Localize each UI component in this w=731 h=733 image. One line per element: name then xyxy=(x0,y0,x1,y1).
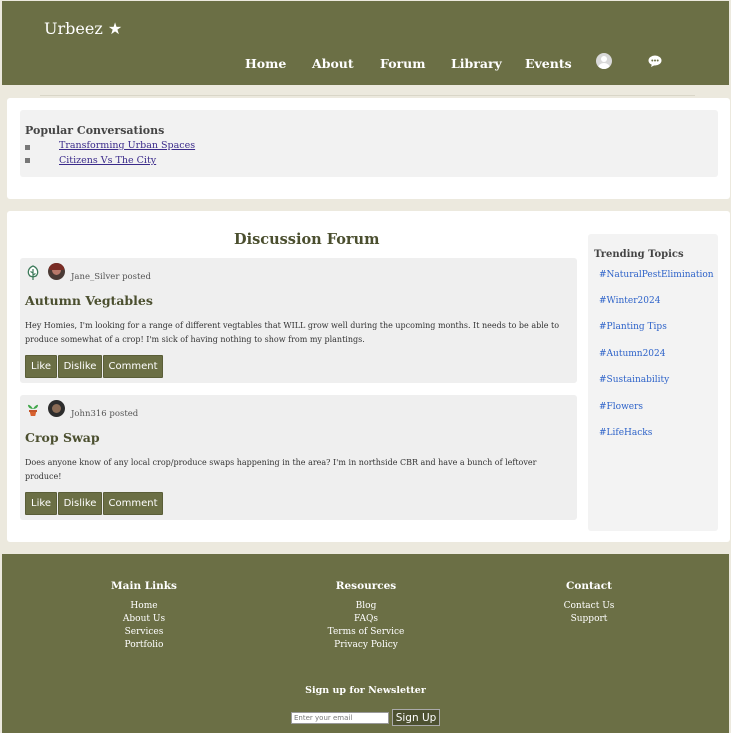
forum-post: John316 posted Crop Swap Does anyone kno… xyxy=(20,395,577,520)
comment-button[interactable]: Comment xyxy=(103,492,163,515)
list-bullet-icon xyxy=(25,145,30,150)
popular-title: Popular Conversations xyxy=(25,124,165,137)
footer-heading-contact: Contact xyxy=(566,580,612,592)
footer-heading-resources: Resources xyxy=(335,580,397,592)
popular-link-1[interactable]: Transforming Urban Spaces xyxy=(59,140,195,151)
forum-title: Discussion Forum xyxy=(234,231,380,248)
post-body: Hey Homies, I'm looking for a range of d… xyxy=(25,321,560,344)
popular-link-2[interactable]: Citizens Vs The City xyxy=(59,155,156,166)
trending-tag[interactable]: #Autumn2024 xyxy=(599,349,666,359)
forum-post: Jane_Silver posted Autumn Vegtables Hey … xyxy=(20,258,577,383)
footer-link[interactable]: Home xyxy=(94,601,194,611)
footer-link[interactable]: Blog xyxy=(306,601,426,611)
newsletter-title: Sign up for Newsletter xyxy=(305,685,426,696)
footer-link[interactable]: About Us xyxy=(94,614,194,624)
nav-forum[interactable]: Forum xyxy=(380,56,425,71)
footer-heading-main-links: Main Links xyxy=(111,580,177,592)
dislike-button[interactable]: Dislike xyxy=(58,492,102,515)
post-author: John316 posted xyxy=(71,409,139,419)
trending-tag[interactable]: #Sustainability xyxy=(599,375,669,385)
trending-tag[interactable]: #LifeHacks xyxy=(599,428,652,438)
user-avatar-icon[interactable] xyxy=(596,53,612,69)
chat-bubble-icon[interactable] xyxy=(648,55,662,67)
dislike-button[interactable]: Dislike xyxy=(58,355,102,378)
footer-link[interactable]: FAQs xyxy=(306,614,426,624)
comment-button[interactable]: Comment xyxy=(103,355,163,378)
divider xyxy=(40,95,695,96)
brand-logo[interactable]: Urbeez ★ xyxy=(44,19,122,38)
post-title: Autumn Vegtables xyxy=(25,293,153,308)
nav-home[interactable]: Home xyxy=(245,56,286,71)
avatar[interactable] xyxy=(48,263,65,280)
footer-link[interactable]: Contact Us xyxy=(539,601,639,611)
potted-plant-icon xyxy=(28,404,38,416)
post-author: Jane_Silver posted xyxy=(71,272,151,282)
post-body: Does anyone know of any local crop/produ… xyxy=(25,458,537,481)
email-field[interactable]: Enter your email xyxy=(291,712,389,724)
nav-about[interactable]: About xyxy=(312,56,354,71)
trending-tag[interactable]: #Flowers xyxy=(599,402,643,412)
footer-link[interactable]: Services xyxy=(94,627,194,637)
main-nav: Home About Forum Library Events xyxy=(2,56,729,76)
site-header: Urbeez ★ Home About Forum Library Events xyxy=(2,1,729,85)
trending-title: Trending Topics xyxy=(594,249,684,260)
tree-icon xyxy=(27,265,39,280)
footer-link[interactable]: Portfolio xyxy=(94,640,194,650)
footer-link[interactable]: Terms of Service xyxy=(306,627,426,637)
nav-events[interactable]: Events xyxy=(525,56,572,71)
signup-button[interactable]: Sign Up xyxy=(392,709,440,726)
trending-tag[interactable]: #Planting Tips xyxy=(599,322,667,332)
post-title: Crop Swap xyxy=(25,430,100,445)
trending-tag[interactable]: #Winter2024 xyxy=(599,296,660,306)
list-bullet-icon xyxy=(25,158,30,163)
footer-link[interactable]: Support xyxy=(539,614,639,624)
trending-tag[interactable]: #NaturalPestElimination xyxy=(599,270,714,280)
like-button[interactable]: Like xyxy=(25,492,57,515)
nav-library[interactable]: Library xyxy=(451,56,502,71)
footer-link[interactable]: Privacy Policy xyxy=(306,640,426,650)
avatar[interactable] xyxy=(48,400,65,417)
like-button[interactable]: Like xyxy=(25,355,57,378)
